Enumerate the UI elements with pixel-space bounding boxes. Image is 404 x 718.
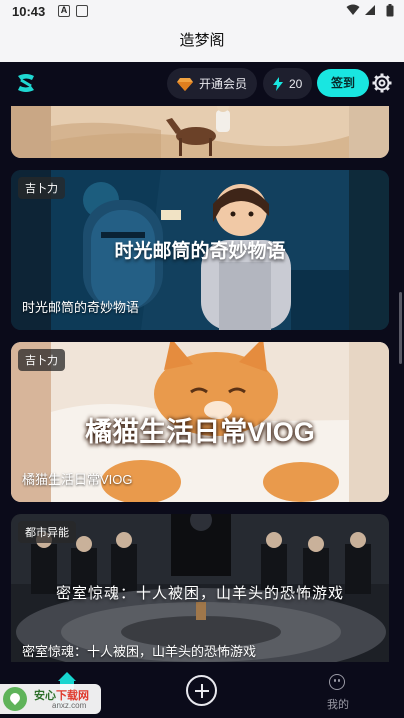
app-header: 开通会员 20 签到 <box>0 62 404 106</box>
genre-tag: 都市异能 <box>18 521 76 543</box>
story-title: 时光邮筒的奇妙物语 <box>22 300 140 315</box>
cover-title: 密室惊魂：十人被困，山羊头的恐怖游戏 <box>55 585 344 602</box>
genre-tag: 吉卜力 <box>18 177 65 199</box>
genre-tag: 吉卜力 <box>18 349 65 371</box>
app-logo-icon[interactable] <box>14 71 38 95</box>
page-title: 造梦阁 <box>0 24 404 62</box>
story-feed[interactable]: 吉卜力 时光邮筒的奇妙物语 时光邮筒的奇妙物语 吉卜力 橘猫生活日常VIOG 橘… <box>0 106 404 662</box>
signal-icon <box>365 5 375 15</box>
desert-rider-image <box>11 106 389 158</box>
story-title: 橘猫生活日常VIOG <box>22 472 133 487</box>
image-notification-icon <box>76 5 88 17</box>
plus-circle-icon[interactable] <box>186 675 217 706</box>
battery-icon <box>386 4 394 17</box>
wifi-icon <box>346 4 360 15</box>
story-card[interactable]: 都市异能 密室惊魂：十人被困，山羊头的恐怖游戏 密室惊魂：十人被困，山羊头的恐怖… <box>11 514 389 662</box>
nav-mine-label[interactable]: 我的 <box>327 696 349 712</box>
energy-count: 20 <box>289 76 303 91</box>
cover-title: 橘猫生活日常VIOG <box>85 417 315 447</box>
story-title: 密室惊魂：十人被困，山羊头的恐怖游戏 <box>22 644 257 659</box>
cover-title: 时光邮筒的奇妙物语 <box>114 241 286 262</box>
diamond-icon <box>177 77 193 91</box>
status-bar: 10:43 A <box>0 0 404 24</box>
watermark-url: anxz.com <box>52 701 87 710</box>
lightning-icon <box>273 76 283 91</box>
feed-scrollbar[interactable] <box>399 292 402 364</box>
gear-icon[interactable] <box>372 73 392 93</box>
story-card[interactable]: 吉卜力 橘猫生活日常VIOG 橘猫生活日常VIOG <box>11 342 389 502</box>
watermark-logo-icon <box>3 687 27 711</box>
energy-balance[interactable]: 20 <box>263 68 312 99</box>
story-card[interactable] <box>11 106 389 158</box>
checkin-button[interactable]: 签到 <box>317 69 369 97</box>
a-notification-icon: A <box>58 5 70 17</box>
story-card[interactable]: 吉卜力 时光邮筒的奇妙物语 时光邮筒的奇妙物语 <box>11 170 389 330</box>
status-time: 10:43 <box>12 4 46 19</box>
vip-label: 开通会员 <box>199 77 248 91</box>
profile-face-icon[interactable] <box>329 674 345 690</box>
watermark: 安心下载网 anxz.com <box>0 684 101 714</box>
vip-membership-button[interactable]: 开通会员 <box>167 68 257 99</box>
